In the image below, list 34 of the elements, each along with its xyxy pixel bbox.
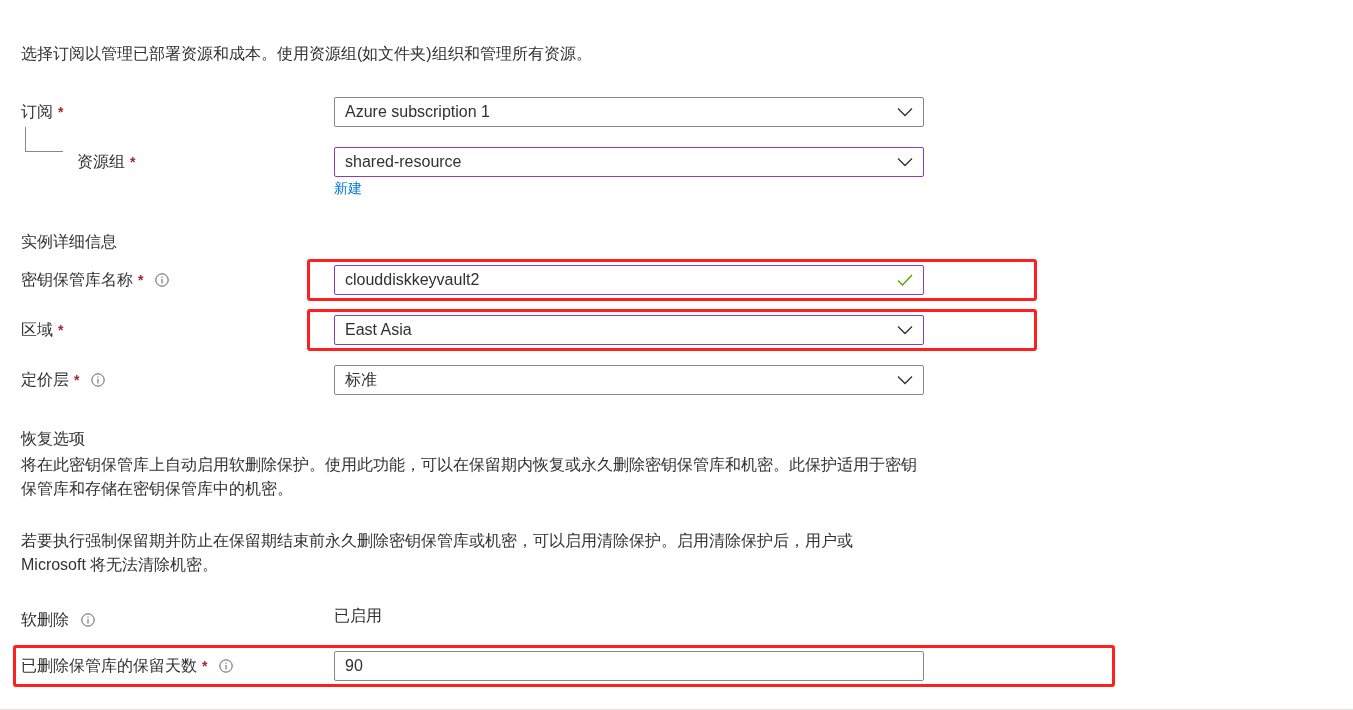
paragraph-text: 将在此密钥保管库上自动启用软删除保护。使用此功能，可以在保留期内恢复或永久删除密钥保管库和机密。此保护适用于密钥保管库和存储在密钥保管库中的机密。	[21, 455, 918, 499]
required-mark: *	[58, 102, 64, 122]
field-label: 订阅	[21, 102, 53, 122]
field-label: 区域	[21, 320, 53, 340]
chevron-icon	[897, 375, 913, 385]
field-label: 密钥保管库名称	[21, 270, 133, 290]
dropdown-field[interactable]: 标准	[334, 365, 924, 395]
required-mark: *	[138, 270, 144, 290]
dropdown-field[interactable]: East Asia	[334, 315, 924, 345]
required-mark: *	[74, 370, 80, 390]
info-icon[interactable]	[155, 273, 170, 287]
info-icon[interactable]	[81, 613, 95, 627]
intro-text: 选择订阅以管理已部署资源和成本。使用资源组(如文件夹)组织和管理所有资源。	[21, 44, 592, 64]
input-field[interactable]: clouddiskkeyvault2	[334, 265, 924, 295]
field-value: 已启用	[334, 606, 382, 626]
required-mark: *	[130, 152, 136, 172]
chevron-icon	[897, 325, 913, 335]
section-heading: 实例详细信息	[21, 232, 117, 252]
chevron-icon	[897, 107, 913, 117]
chevron-icon	[897, 157, 913, 167]
field-label: 资源组	[77, 152, 125, 172]
input-field[interactable]: 90	[334, 651, 924, 681]
info-icon[interactable]	[91, 373, 106, 387]
field-label: 软删除	[21, 610, 69, 630]
new-link[interactable]: 新建	[334, 178, 362, 199]
required-mark: *	[58, 320, 64, 340]
field-label: 已删除保管库的保留天数	[21, 656, 197, 676]
required-mark: *	[202, 656, 208, 676]
dropdown-field[interactable]: shared-resource	[334, 147, 924, 177]
dropdown-field[interactable]: Azure subscription 1	[334, 97, 924, 127]
paragraph-text: 若要执行强制保留期并防止在保留期结束前永久删除密钥保管库或机密，可以启用清除保护。启用清除保护后，用户或 Microsoft 将无法清除机密。	[21, 531, 854, 575]
info-icon[interactable]	[219, 659, 234, 673]
section-heading: 恢复选项	[21, 429, 85, 449]
field-label: 定价层	[21, 370, 69, 390]
